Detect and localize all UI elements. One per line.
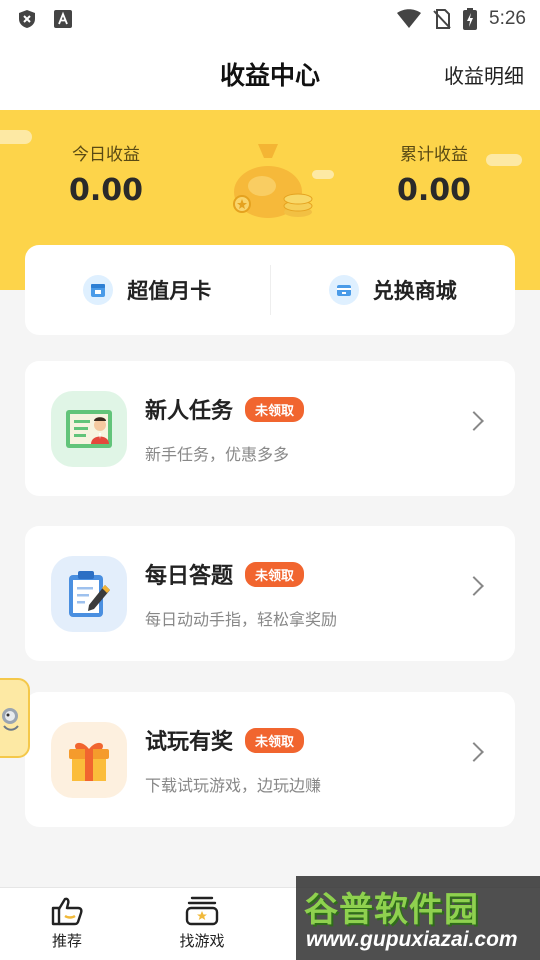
shield-x-icon [19,10,35,28]
exchange-mall-label: 兑换商城 [372,279,457,303]
task-title: 试玩有奖 [145,730,234,755]
status-bar: 5:26 [0,0,540,38]
gift-box-icon [51,722,127,798]
exchange-mall-button[interactable]: 兑换商城 [271,245,516,335]
status-time: 5:26 [489,8,526,29]
nav-item-find-games[interactable]: 找游戏 [162,896,242,951]
earnings-details-link[interactable]: 收益明细 [444,60,524,89]
unclaimed-badge: 未领取 [245,396,305,422]
battery-charging-icon [463,8,478,30]
money-bag-icon [233,144,313,218]
game-box-icon [185,896,219,926]
chevron-right-icon [464,742,484,762]
total-earnings-label: 累计收益 [400,145,468,165]
monthly-card-button[interactable]: 超值月卡 [25,245,270,335]
watermark-brand: 谷普软件园 [304,890,479,930]
unclaimed-badge: 未领取 [245,561,305,587]
clipboard-pen-icon [51,556,127,632]
task-description: 新手任务，优惠多多 [145,445,290,464]
id-card-icon [51,391,127,467]
task-card-newcomer[interactable]: 新人任务 未领取 新手任务，优惠多多 [25,361,515,496]
page-header: 收益中心 收益明细 [0,38,540,110]
today-earnings-value: 0.00 [68,173,144,208]
total-earnings: 累计收益 0.00 [354,140,514,208]
nav-item-recommend[interactable]: 推荐 [27,896,107,951]
nav-label-find-games: 找游戏 [179,932,225,950]
chevron-right-icon [464,576,484,596]
accessibility-a-icon [54,10,72,28]
shortcut-card: 超值月卡 兑换商城 [25,245,515,335]
task-title: 新人任务 [145,399,234,424]
task-card-daily-quiz[interactable]: 每日答题 未领取 每日动动手指，轻松拿奖励 [25,526,515,661]
calendar-icon [83,275,114,305]
thumbs-up-icon [51,897,83,926]
floating-assistant-tab[interactable] [0,678,30,758]
assistant-avatar-icon [2,708,19,731]
chevron-right-icon [464,411,484,431]
task-description: 下载试玩游戏，边玩边赚 [145,776,322,795]
watermark-url: www.gupuxiazai.com [306,928,518,951]
task-card-trial-play[interactable]: 试玩有奖 未领取 下载试玩游戏，边玩边赚 [25,692,515,827]
unclaimed-badge: 未领取 [245,727,305,753]
wifi-icon [397,9,422,28]
task-title: 每日答题 [145,564,234,589]
today-earnings: 今日收益 0.00 [26,140,186,208]
store-icon [328,275,359,305]
total-earnings-value: 0.00 [396,173,472,208]
today-earnings-label: 今日收益 [72,145,140,165]
no-sim-icon [433,9,451,29]
monthly-card-label: 超值月卡 [127,279,212,303]
nav-label-recommend: 推荐 [51,932,82,950]
task-description: 每日动动手指，轻松拿奖励 [145,610,338,629]
watermark: 谷普软件园 www.gupuxiazai.com [296,876,540,960]
